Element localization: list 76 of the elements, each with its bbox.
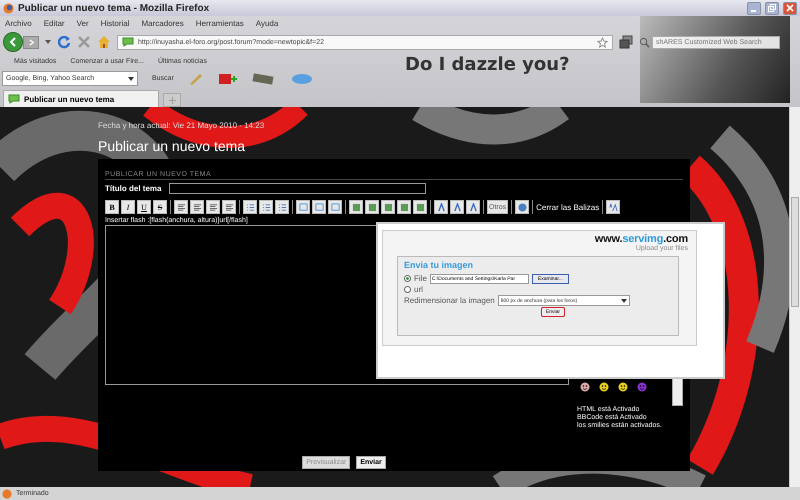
- help-button[interactable]: [515, 200, 530, 214]
- close-icon: [786, 4, 794, 12]
- radio-button[interactable]: [404, 286, 411, 293]
- browser-logo-icon: [3, 2, 14, 14]
- bullet-list-icon: [246, 202, 254, 212]
- toolbar-button[interactable]: [397, 200, 411, 214]
- speech-bubble-icon: [122, 37, 134, 47]
- plus-logo-icon[interactable]: [218, 72, 238, 84]
- toolbar-button[interactable]: [349, 200, 363, 214]
- radio-label: url: [414, 285, 423, 294]
- scrollbar[interactable]: [789, 107, 800, 487]
- speech-bubble-icon: [8, 94, 20, 104]
- format-button[interactable]: I: [121, 200, 135, 214]
- restore-icon: [768, 4, 776, 12]
- stop-icon[interactable]: [77, 35, 91, 49]
- minimize-button[interactable]: [747, 2, 761, 14]
- menu-item[interactable]: Ayuda: [256, 19, 278, 28]
- menu-item[interactable]: Historial: [100, 19, 130, 28]
- radio-button[interactable]: [404, 275, 411, 282]
- format-button[interactable]: B: [105, 200, 119, 214]
- banner-text: Do I dazzle you?: [405, 54, 570, 75]
- format-button[interactable]: S: [153, 200, 167, 214]
- plus-icon: [168, 96, 176, 104]
- dropdown-caret-icon[interactable]: [45, 40, 51, 44]
- menu-item[interactable]: Editar: [44, 19, 65, 28]
- format-button[interactable]: U: [137, 200, 151, 214]
- forward-button[interactable]: [23, 36, 39, 48]
- search-icon[interactable]: [639, 36, 650, 48]
- smiley-icon[interactable]: [580, 382, 590, 392]
- help-icon: [518, 202, 527, 212]
- browser-logo-icon: [2, 488, 12, 498]
- toolbar-button[interactable]: [222, 200, 236, 214]
- toolbar-button[interactable]: [190, 200, 204, 214]
- topic-title-field[interactable]: [169, 183, 426, 194]
- toolbar-button[interactable]: [275, 200, 289, 214]
- scrollbar-thumb[interactable]: [791, 197, 799, 307]
- toolbar-button[interactable]: [206, 200, 220, 214]
- align-left-icon: [176, 202, 186, 212]
- radio-label: File: [414, 274, 427, 283]
- toolbar-button[interactable]: [413, 200, 427, 214]
- back-button[interactable]: [3, 32, 23, 52]
- close-tags-link[interactable]: Cerrar las Balizas: [536, 202, 600, 212]
- toolbar-button[interactable]: [434, 200, 448, 214]
- toolbar-button[interactable]: [466, 200, 480, 214]
- dropdown-caret-icon: [128, 76, 134, 80]
- toolbar-button[interactable]: [381, 200, 395, 214]
- menu-item[interactable]: Archivo: [5, 19, 32, 28]
- toolbar-button[interactable]: [243, 200, 257, 214]
- dropdown-caret-icon: [620, 298, 627, 302]
- star-icon[interactable]: [597, 36, 608, 48]
- smiley-icon[interactable]: [599, 382, 609, 392]
- restore-button[interactable]: [765, 2, 779, 14]
- resize-label: Redimensionar la imagen: [404, 296, 495, 305]
- toolbar-button[interactable]: [259, 200, 273, 214]
- toolbar-button[interactable]: [296, 200, 310, 214]
- toolbar-button[interactable]: [450, 200, 464, 214]
- toolbar-button[interactable]: [328, 200, 342, 214]
- home-icon[interactable]: [97, 35, 111, 49]
- menu-item[interactable]: Marcadores: [142, 19, 184, 28]
- smiley-icon[interactable]: [618, 382, 628, 392]
- topic-title-label: Título del tema: [105, 184, 162, 193]
- upload-heading: Envia tu imagen: [404, 260, 474, 270]
- menu-item[interactable]: Ver: [76, 19, 89, 28]
- toolbar-button[interactable]: [365, 200, 379, 214]
- menu-item[interactable]: Herramientas: [196, 19, 244, 28]
- toolbar-button[interactable]: [312, 200, 326, 214]
- reload-icon[interactable]: [57, 35, 71, 49]
- close-button[interactable]: [783, 2, 797, 14]
- font-size-icon: [608, 202, 618, 212]
- servimg-logo: www.servimg.com: [594, 234, 688, 245]
- font-icon: [436, 202, 446, 212]
- windows-icon[interactable]: [619, 35, 633, 49]
- browser-tab[interactable]: Publicar un nuevo tema: [3, 90, 159, 107]
- window-title: Publicar un nuevo tema - Mozilla Firefox: [18, 2, 210, 14]
- font-size-button[interactable]: [606, 200, 620, 214]
- toolbar-button[interactable]: [174, 200, 188, 214]
